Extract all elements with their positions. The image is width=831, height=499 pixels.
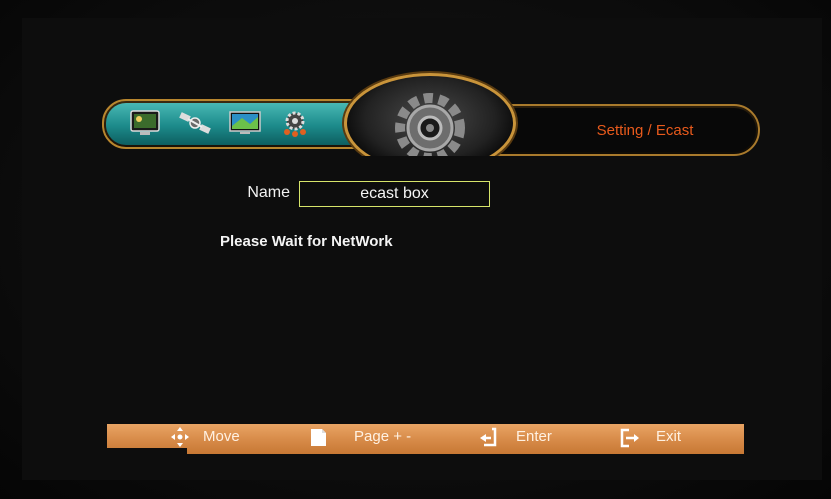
name-input[interactable]: ecast box: [299, 181, 490, 207]
help-bar-notch: [107, 448, 187, 454]
move-arrows-icon: [171, 427, 189, 447]
help-move: Move: [170, 426, 260, 448]
page-icon: [311, 429, 326, 446]
exit-icon: [620, 428, 639, 448]
help-exit-label: Exit: [656, 428, 682, 445]
help-enter-label: Enter: [516, 428, 552, 445]
name-label: Name: [247, 184, 290, 201]
satellite-icon[interactable]: [178, 108, 212, 138]
help-exit: Exit: [620, 426, 700, 448]
emblem-mask: [330, 156, 530, 178]
help-page: Page + -: [308, 426, 418, 448]
help-move-label: Move: [203, 428, 240, 445]
tv-menu-icon[interactable]: [128, 108, 162, 138]
help-enter: Enter: [478, 426, 568, 448]
monitor-icon[interactable]: [228, 108, 262, 138]
enter-icon: [480, 427, 497, 447]
status-message: Please Wait for NetWork: [220, 233, 393, 250]
help-page-label: Page + -: [354, 428, 412, 445]
gear-settings-icon[interactable]: [278, 108, 312, 138]
page-title: Setting / Ecast: [596, 122, 694, 139]
